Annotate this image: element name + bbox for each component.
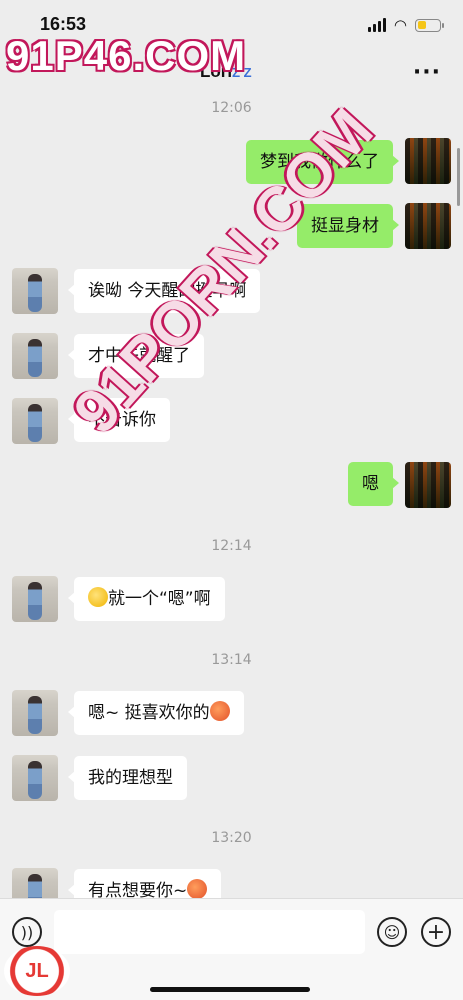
message-bubble-other[interactable]: 嗯~ 挺喜欢你的 [68,691,244,735]
self-avatar[interactable] [405,203,451,249]
contact-avatar[interactable] [12,755,58,801]
voice-icon[interactable]: )) [12,917,42,947]
contact-avatar[interactable] [12,690,58,736]
input-bar: )) ☺ + [0,898,463,1000]
signal-icon [367,18,386,32]
battery-icon [415,18,444,32]
flushed-emoji-icon [187,879,208,899]
status-icons: ◠ [367,16,444,34]
emoji-icon[interactable]: ☺ [377,917,407,947]
more-icon[interactable]: ··· [413,60,441,85]
scrollbar[interactable] [457,148,460,206]
message-bubble-other[interactable]: 就一个“嗯”啊 [68,577,225,621]
timestamp: 12:14 [211,538,252,554]
message-bubble-self[interactable]: 嗯 [348,462,399,506]
wifi-icon: ◠ [393,16,407,34]
message-text: 嗯~ 挺喜欢你的 [88,703,210,723]
watermark-text: 91P46.COM [6,32,247,79]
message-input[interactable] [54,910,365,954]
contact-avatar[interactable] [12,268,58,314]
watermark-logo: JL [4,946,70,996]
timestamp: 13:14 [211,652,252,668]
flushed-emoji-icon [209,701,230,721]
message-bubble-other[interactable]: 我的理想型 [68,756,187,800]
contact-avatar[interactable] [12,576,58,622]
timestamp: 13:20 [211,830,252,846]
self-avatar[interactable] [405,462,451,508]
plus-icon[interactable]: + [421,917,451,947]
home-indicator [150,987,310,992]
contact-avatar[interactable] [12,398,58,444]
message-text: 就一个“嗯”啊 [108,589,211,609]
contact-avatar[interactable] [12,333,58,379]
timestamp: 12:06 [211,100,252,116]
self-avatar[interactable] [405,138,451,184]
smirk-emoji-icon [88,587,108,607]
